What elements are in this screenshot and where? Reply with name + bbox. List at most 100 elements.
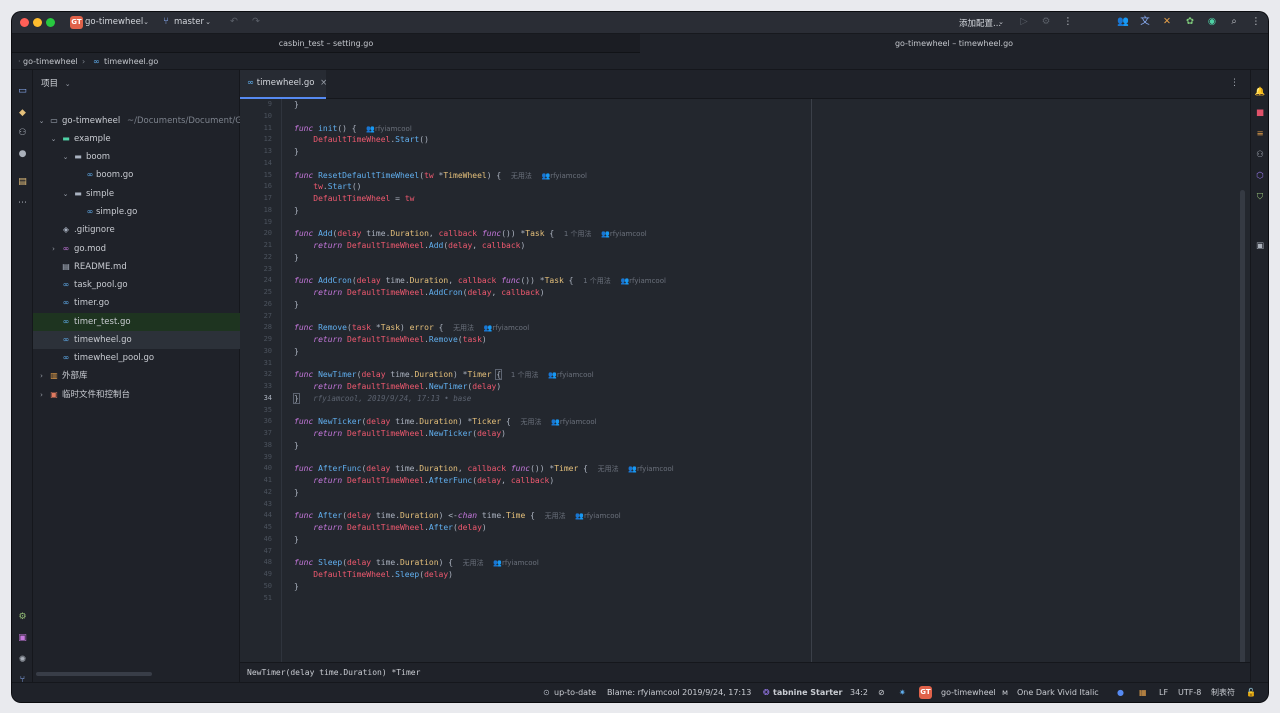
redo-icon[interactable]: ↷: [250, 16, 262, 28]
ai-icon[interactable]: ⬡: [1254, 170, 1266, 182]
line-number[interactable]: 9: [240, 99, 272, 111]
author-hint[interactable]: rfyiamcool: [502, 559, 539, 567]
tree-item-task-pool[interactable]: ∞ task_pool.go: [33, 276, 240, 294]
breadcrumb-project[interactable]: go-timewheel: [23, 53, 78, 70]
close-icon[interactable]: ×: [320, 78, 327, 88]
cursor-position[interactable]: 34:2: [850, 683, 868, 702]
branch-switcher[interactable]: master: [174, 17, 204, 27]
line-number[interactable]: 21: [240, 240, 272, 252]
line-number[interactable]: 25: [240, 287, 272, 299]
more-icon[interactable]: ⋮: [1062, 16, 1074, 28]
line-number[interactable]: 16: [240, 181, 272, 193]
line-number[interactable]: 37: [240, 428, 272, 440]
notifications-icon[interactable]: 🔔: [1254, 86, 1266, 98]
tree-item-boom[interactable]: ⌄ ▬ boom: [33, 148, 240, 166]
plugin-icon[interactable]: ✿: [1184, 16, 1196, 28]
search-icon[interactable]: ⌕: [1228, 16, 1240, 28]
vertical-scrollbar[interactable]: [1240, 190, 1245, 675]
line-number[interactable]: 29: [240, 334, 272, 346]
chevron-down-icon[interactable]: ⌄: [995, 16, 1007, 28]
line-number[interactable]: 40: [240, 463, 272, 475]
chevron-right-icon[interactable]: ›: [37, 386, 46, 404]
tree-item-scratches[interactable]: › ▣ 临时文件和控制台: [33, 386, 240, 404]
chevron-down-icon[interactable]: ⌄: [61, 185, 70, 203]
chevron-down-icon[interactable]: ⌄: [61, 148, 70, 166]
project-panel-header[interactable]: 项目 ⌄: [33, 70, 240, 99]
ai-assistant-icon[interactable]: ◉: [1206, 16, 1218, 28]
author-hint[interactable]: rfyiamcool: [550, 172, 587, 180]
close-window-button[interactable]: [20, 18, 29, 27]
indexing-icon[interactable]: ✷: [899, 683, 906, 702]
problems-icon[interactable]: ✺: [16, 654, 29, 667]
line-number[interactable]: 28: [240, 322, 272, 334]
usage-hint[interactable]: 无用法: [463, 559, 484, 567]
usage-hint[interactable]: 无用法: [453, 324, 474, 332]
line-number[interactable]: 33: [240, 381, 272, 393]
line-number[interactable]: 50: [240, 581, 272, 593]
author-hint[interactable]: rfyiamcool: [492, 324, 529, 332]
line-number[interactable]: 49: [240, 569, 272, 581]
settings-more-icon[interactable]: ⋮: [1250, 16, 1262, 28]
vcs-status[interactable]: up-to-date: [554, 683, 596, 702]
line-number[interactable]: 18: [240, 205, 272, 217]
line-number[interactable]: 51: [240, 593, 272, 605]
line-number[interactable]: 42: [240, 487, 272, 499]
line-number[interactable]: 10: [240, 111, 272, 123]
chevron-right-icon[interactable]: ›: [37, 367, 46, 385]
line-number[interactable]: 15: [240, 170, 272, 182]
file-encoding[interactable]: UTF-8: [1178, 683, 1201, 702]
tree-item-go-mod[interactable]: › ∞ go.mod: [33, 240, 240, 258]
chevron-down-icon[interactable]: ⌄: [202, 16, 214, 28]
line-number[interactable]: 35: [240, 405, 272, 417]
breadcrumb-file[interactable]: timewheel.go: [104, 53, 158, 70]
line-number[interactable]: 13: [240, 146, 272, 158]
tree-item-external-libs[interactable]: › ▥ 外部库: [33, 367, 240, 385]
line-number[interactable]: 30: [240, 346, 272, 358]
line-number[interactable]: 47: [240, 546, 272, 558]
security-shield-icon[interactable]: ⛉: [1254, 191, 1266, 203]
author-hint[interactable]: rfyiamcool: [557, 371, 594, 379]
chevron-down-icon[interactable]: ⌄: [140, 16, 152, 28]
tree-item-readme[interactable]: ▤ README.md: [33, 258, 240, 276]
line-number[interactable]: 41: [240, 475, 272, 487]
line-number[interactable]: 19: [240, 217, 272, 229]
project-tool-icon[interactable]: ▭: [16, 85, 29, 98]
editor-more-icon[interactable]: ⋮: [1230, 78, 1239, 88]
debug-icon[interactable]: ⚙: [1040, 16, 1052, 28]
line-number[interactable]: 12: [240, 134, 272, 146]
line-number[interactable]: 45: [240, 522, 272, 534]
indent-setting[interactable]: 制表符: [1211, 683, 1235, 702]
structure-tool-icon[interactable]: ▤: [16, 176, 29, 189]
line-number[interactable]: 23: [240, 264, 272, 276]
tabnine-status[interactable]: tabnine Starter: [773, 683, 842, 702]
chevron-down-icon[interactable]: ⌄: [37, 112, 46, 130]
tools-icon[interactable]: ✕: [1161, 16, 1173, 28]
editor-tab-timewheel[interactable]: ∞ timewheel.go ×: [240, 70, 327, 99]
chevron-right-icon[interactable]: ›: [49, 240, 58, 258]
line-number[interactable]: 14: [240, 158, 272, 170]
ai-status-icon[interactable]: ●: [1117, 683, 1124, 702]
tree-item-gitignore[interactable]: ◈ .gitignore: [33, 221, 240, 239]
run-icon[interactable]: ▷: [1018, 16, 1030, 28]
minimize-window-button[interactable]: [33, 18, 42, 27]
usage-hint[interactable]: 1 个用法: [564, 230, 592, 238]
usage-hint[interactable]: 无用法: [511, 172, 532, 180]
author-hint[interactable]: rfyiamcool: [584, 512, 621, 520]
tree-item-timewheel[interactable]: ∞ timewheel.go: [33, 331, 240, 349]
project-badge[interactable]: GT: [70, 16, 83, 29]
tree-item-timewheel-pool[interactable]: ∞ timewheel_pool.go: [33, 349, 240, 367]
translate-icon[interactable]: 文: [1139, 16, 1151, 28]
line-number[interactable]: 31: [240, 358, 272, 370]
windows-icon[interactable]: ▦: [1139, 683, 1147, 702]
services-icon[interactable]: ⚙: [16, 611, 29, 624]
inline-blame[interactable]: rfyiamcool, 2019/9/24, 17:13 • base: [313, 394, 471, 403]
line-number[interactable]: 38: [240, 440, 272, 452]
commit-tool-icon[interactable]: ◆: [16, 107, 29, 120]
line-number[interactable]: 46: [240, 534, 272, 546]
author-hint[interactable]: rfyiamcool: [610, 230, 647, 238]
tree-item-go-timewheel[interactable]: ⌄ ▭ go-timewheel ~/Documents/Document/Gi…: [33, 112, 248, 130]
line-number[interactable]: 48: [240, 557, 272, 569]
horizontal-scrollbar[interactable]: [36, 672, 152, 676]
usage-hint[interactable]: 1 个用法: [511, 371, 539, 379]
usage-hint[interactable]: 无用法: [545, 512, 566, 520]
